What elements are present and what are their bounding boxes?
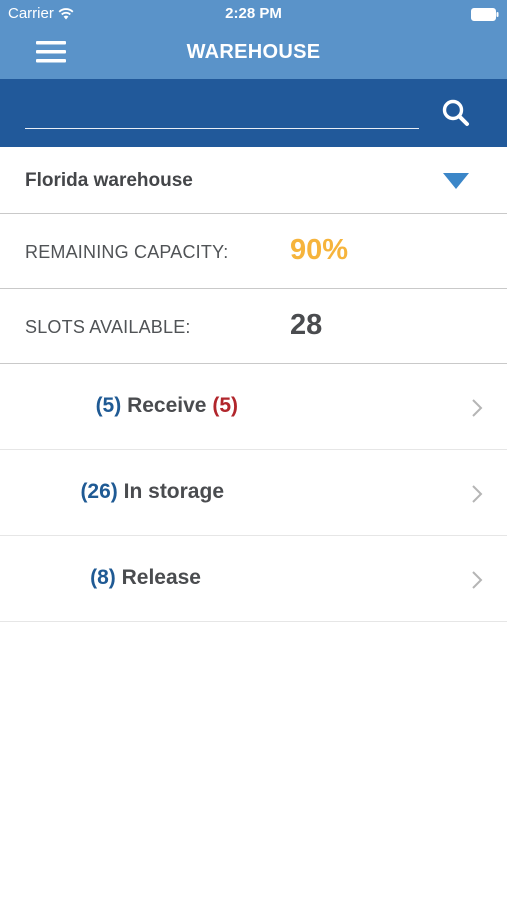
warehouse-selected-value: Florida warehouse bbox=[25, 170, 193, 191]
list-item-in-storage[interactable]: (26) In storage bbox=[0, 450, 507, 536]
slots-available-value: 28 bbox=[290, 309, 323, 341]
slots-available-label: SLOTS AVAILABLE: bbox=[25, 317, 191, 337]
chevron-right-icon bbox=[472, 571, 483, 589]
receive-badge: (5) bbox=[212, 394, 238, 417]
battery-icon bbox=[471, 8, 499, 21]
list-item-receive[interactable]: (5) Receive (5) bbox=[0, 364, 507, 450]
in-storage-count: (26) bbox=[80, 480, 118, 503]
chevron-right-icon bbox=[472, 399, 483, 417]
dropdown-caret-icon bbox=[443, 173, 469, 189]
remaining-capacity-value: 90% bbox=[290, 234, 349, 266]
list-item-release[interactable]: (8) Release bbox=[0, 536, 507, 622]
warehouse-dropdown[interactable]: Florida warehouse bbox=[0, 147, 507, 214]
release-content: (8) Release bbox=[90, 566, 201, 590]
remaining-capacity-row: REMAINING CAPACITY: 90% bbox=[0, 214, 507, 289]
status-time: 2:28 PM bbox=[225, 5, 282, 22]
release-count: (8) bbox=[90, 566, 116, 589]
receive-count: (5) bbox=[95, 394, 122, 417]
search-icon bbox=[442, 99, 469, 126]
receive-content: (5) Receive (5) bbox=[96, 394, 238, 418]
search-input[interactable] bbox=[25, 99, 419, 129]
in-storage-content: (26) In storage bbox=[80, 480, 224, 504]
chevron-right-icon bbox=[472, 485, 483, 503]
search-button[interactable] bbox=[441, 98, 473, 130]
slots-available-row: SLOTS AVAILABLE: 28 bbox=[0, 289, 507, 364]
in-storage-label: In storage bbox=[123, 480, 224, 503]
receive-label: Receive bbox=[127, 394, 207, 417]
remaining-capacity-label: REMAINING CAPACITY: bbox=[25, 242, 229, 262]
search-bar bbox=[0, 79, 507, 147]
release-label: Release bbox=[121, 566, 201, 589]
page-title: WAREHOUSE bbox=[186, 41, 321, 63]
status-bar: Carrier 2:28 PM bbox=[0, 0, 507, 28]
nav-bar: WAREHOUSE bbox=[0, 28, 507, 79]
